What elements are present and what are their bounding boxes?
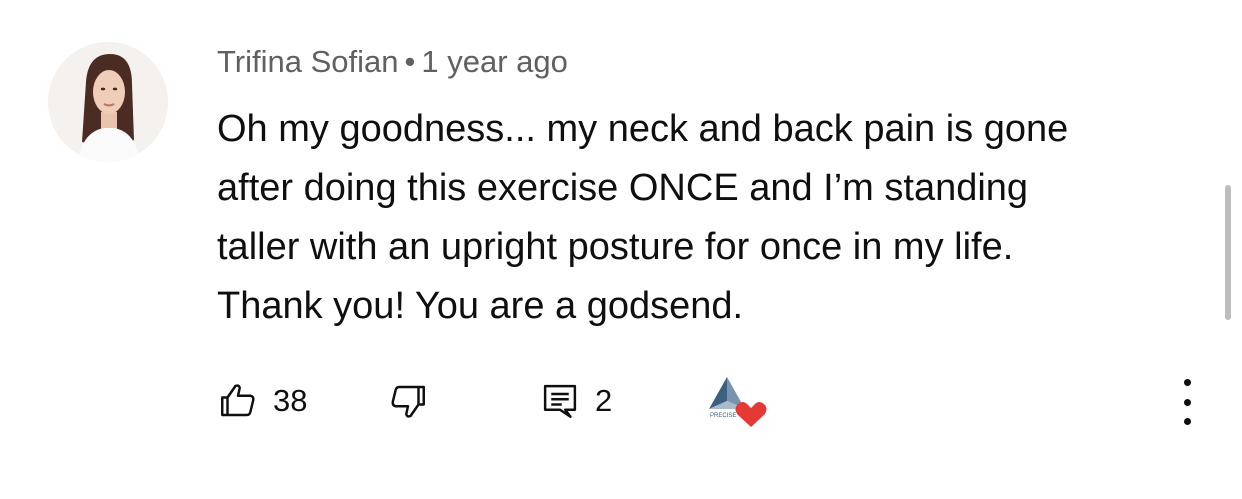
comment-text: Oh my goodness... my neck and back pain … [217,100,1177,336]
more-options-button[interactable] [1172,379,1202,425]
author-name[interactable]: Trifina Sofian [217,44,399,79]
comment-text-line: Thank you! You are a godsend. [217,285,744,327]
thumbs-down-icon [391,385,425,418]
comment-actions-bar: 38 2 PRECISE [217,375,1217,427]
more-vertical-icon-dot [1183,398,1191,406]
meta-separator: • [404,44,416,79]
like-button[interactable]: 38 [217,375,307,427]
comment-text-line: taller with an upright posture for once … [217,226,1014,268]
more-vertical-icon-dot [1183,418,1191,425]
comment-text-line: after doing this exercise ONCE and I’m s… [217,167,1029,209]
creator-heart-badge: PRECISE [705,375,769,427]
more-vertical-icon [1183,379,1191,386]
reply-button[interactable]: 2 [539,375,612,427]
heart-icon [735,402,767,427]
reply-count: 2 [595,383,613,418]
comment-text-line: Oh my goodness... my neck and back pain … [217,108,1069,150]
like-count: 38 [273,383,308,418]
comment-thread-item: Trifina Sofian • 1 year ago Oh my goodness… [0,0,1242,499]
comment-meta: Trifina Sofian • 1 year ago [217,44,568,80]
avatar-image [48,42,168,162]
avatar[interactable] [48,42,168,162]
comment-reply-icon [543,384,577,418]
thumbs-up-icon [221,384,255,417]
comment-timestamp[interactable]: 1 year ago [421,44,568,79]
dislike-button[interactable] [387,375,429,427]
creator-avatar-heart: PRECISE [709,377,767,427]
scrollbar[interactable] [1225,185,1231,320]
creator-logo-text: PRECISE [710,413,736,419]
